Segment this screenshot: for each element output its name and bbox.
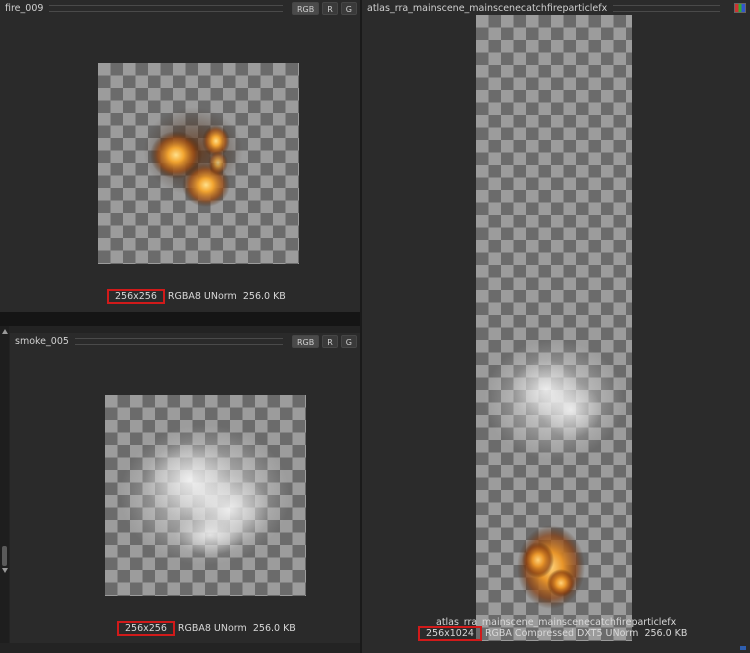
panel-drag-grip[interactable] (613, 4, 720, 12)
atlas-texture-preview[interactable] (476, 15, 632, 641)
channel-rgb-button[interactable]: RGB (291, 1, 320, 15)
fire-dimensions-highlight: 256x256 (107, 289, 165, 304)
panel-title: fire_009 (5, 2, 44, 14)
atlas-image (484, 340, 624, 609)
atlas-dimensions-highlight: 256x1024 (418, 626, 482, 641)
smoke-dimensions-highlight: 256x256 (117, 621, 175, 636)
scroll-down-arrow-icon[interactable] (2, 568, 8, 573)
texture-format: RGBA8 UNorm (167, 291, 237, 302)
atlas-texture-panel: atlas_rra_mainscene_mainscenecatchfirepa… (362, 0, 750, 653)
channel-r-button[interactable]: R (322, 1, 338, 15)
smoke-vertical-scrollbar[interactable] (0, 326, 9, 643)
smoke-texture-preview[interactable] (105, 395, 306, 596)
texture-size: 256.0 KB (252, 623, 296, 634)
channel-rgb-button[interactable]: RGB (291, 334, 320, 348)
texture-format: RGBA Compressed DXT5 UNorm (484, 628, 639, 639)
color-palette-icon[interactable] (734, 3, 746, 13)
atlas-panel-titlebar[interactable]: atlas_rra_mainscene_mainscenecatchfirepa… (362, 0, 750, 16)
smoke-image (120, 425, 290, 565)
texture-size: 256.0 KB (242, 291, 286, 302)
smoke-panel-titlebar[interactable]: smoke_005 RGB R G (10, 333, 360, 349)
panel-title: smoke_005 (15, 335, 69, 347)
fire-texture-panel: fire_009 RGB R G 256x256 RGBA8 UNorm 256… (0, 0, 360, 312)
panel-drag-grip[interactable] (74, 337, 283, 345)
scrollbar-thumb[interactable] (2, 546, 7, 566)
smoke-texture-panel: smoke_005 RGB R G 256x256 RGBA8 UNorm 256… (10, 333, 360, 643)
texture-format: RGBA8 UNorm (177, 623, 247, 634)
smoke-texture-info: 256x256 RGBA8 UNorm 256.0 KB (117, 621, 296, 636)
panel-drag-grip[interactable] (49, 4, 283, 12)
fire-texture-preview[interactable] (98, 63, 299, 264)
scroll-up-arrow-icon[interactable] (2, 329, 8, 334)
panel-title: atlas_rra_mainscene_mainscenecatchfirepa… (367, 2, 608, 14)
channel-r-button[interactable]: R (322, 334, 338, 348)
atlas-texture-info: 256x1024 RGBA Compressed DXT5 UNorm 256.0… (418, 626, 688, 641)
channel-g-button[interactable]: G (340, 1, 357, 15)
fire-image (143, 107, 243, 207)
horizontal-splitter[interactable] (0, 312, 360, 326)
texture-size: 256.0 KB (644, 628, 688, 639)
fire-texture-info: 256x256 RGBA8 UNorm 256.0 KB (107, 289, 286, 304)
fire-panel-titlebar[interactable]: fire_009 RGB R G (0, 0, 360, 16)
corner-resize-icon[interactable] (740, 646, 746, 650)
channel-g-button[interactable]: G (340, 334, 357, 348)
